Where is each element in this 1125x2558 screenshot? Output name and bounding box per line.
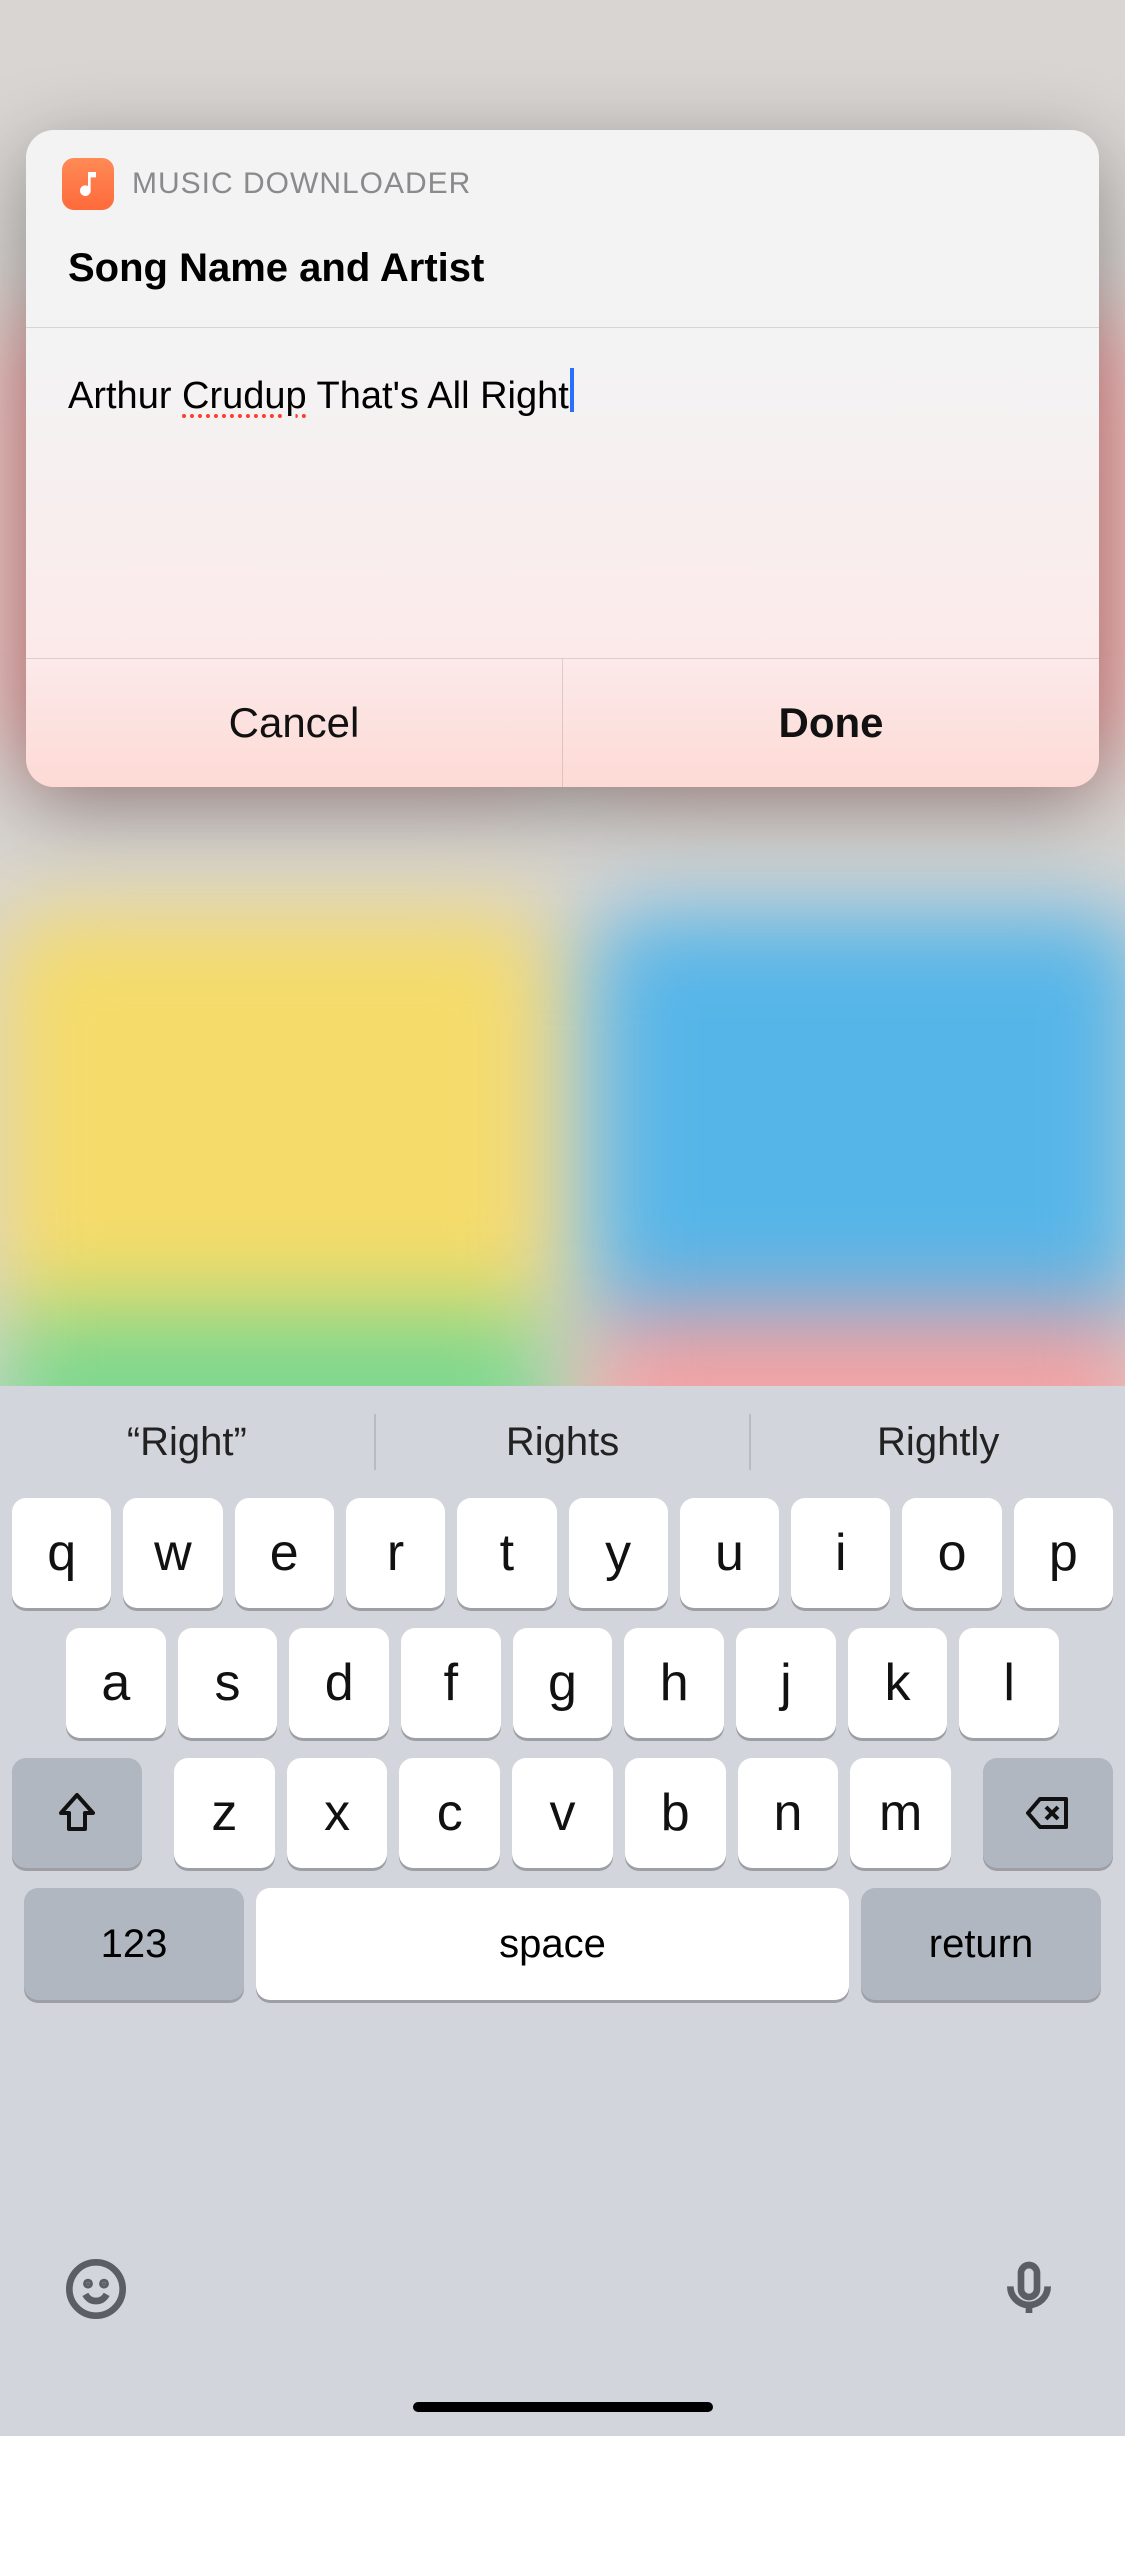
key-a[interactable]: a	[66, 1628, 166, 1738]
key-row-4: 123 space return	[12, 1888, 1113, 2000]
suggestion-2[interactable]: Rightly	[751, 1420, 1125, 1465]
suggestion-1[interactable]: Rights	[376, 1420, 750, 1465]
key-n[interactable]: n	[738, 1758, 839, 1868]
mic-icon[interactable]	[997, 2257, 1061, 2326]
modal-title: Song Name and Artist	[26, 228, 1099, 327]
suggestion-row: “Right” Rights Rightly	[0, 1386, 1125, 1498]
space-key[interactable]: space	[256, 1888, 849, 2000]
key-i[interactable]: i	[791, 1498, 890, 1608]
home-indicator[interactable]	[413, 2402, 713, 2412]
shift-key[interactable]	[12, 1758, 142, 1868]
key-b[interactable]: b	[625, 1758, 726, 1868]
app-name: MUSIC DOWNLOADER	[132, 167, 471, 201]
return-key[interactable]: return	[861, 1888, 1101, 2000]
key-r[interactable]: r	[346, 1498, 445, 1608]
music-icon	[62, 158, 114, 210]
key-f[interactable]: f	[401, 1628, 501, 1738]
backspace-key[interactable]	[983, 1758, 1113, 1868]
input-text-spellcheck: Crudup	[182, 375, 307, 417]
input-text-pre: Arthur	[68, 375, 182, 417]
key-e[interactable]: e	[235, 1498, 334, 1608]
key-c[interactable]: c	[399, 1758, 500, 1868]
done-button[interactable]: Done	[562, 659, 1099, 787]
key-k[interactable]: k	[848, 1628, 948, 1738]
input-text-post: That's All Right	[307, 375, 569, 417]
key-h[interactable]: h	[624, 1628, 724, 1738]
key-z[interactable]: z	[174, 1758, 275, 1868]
key-j[interactable]: j	[736, 1628, 836, 1738]
key-row-2: a s d f g h j k l	[12, 1628, 1113, 1738]
text-input[interactable]: Arthur Crudup That's All Right	[26, 328, 1099, 658]
key-q[interactable]: q	[12, 1498, 111, 1608]
key-x[interactable]: x	[287, 1758, 388, 1868]
key-m[interactable]: m	[850, 1758, 951, 1868]
key-g[interactable]: g	[513, 1628, 613, 1738]
key-t[interactable]: t	[457, 1498, 556, 1608]
input-modal: MUSIC DOWNLOADER Song Name and Artist Ar…	[26, 130, 1099, 787]
emoji-icon[interactable]	[64, 2257, 128, 2326]
keyboard: “Right” Rights Rightly q w e r t y u i o…	[0, 1386, 1125, 2436]
key-p[interactable]: p	[1014, 1498, 1113, 1608]
key-y[interactable]: y	[569, 1498, 668, 1608]
key-l[interactable]: l	[959, 1628, 1059, 1738]
key-s[interactable]: s	[178, 1628, 278, 1738]
key-w[interactable]: w	[123, 1498, 222, 1608]
cancel-button[interactable]: Cancel	[26, 659, 562, 787]
key-u[interactable]: u	[680, 1498, 779, 1608]
key-d[interactable]: d	[289, 1628, 389, 1738]
key-row-1: q w e r t y u i o p	[12, 1498, 1113, 1608]
text-cursor	[570, 368, 574, 412]
suggestion-0[interactable]: “Right”	[0, 1420, 374, 1465]
key-v[interactable]: v	[512, 1758, 613, 1868]
key-row-3: z x c v b n m	[12, 1758, 1113, 1868]
key-o[interactable]: o	[902, 1498, 1001, 1608]
numbers-key[interactable]: 123	[24, 1888, 244, 2000]
